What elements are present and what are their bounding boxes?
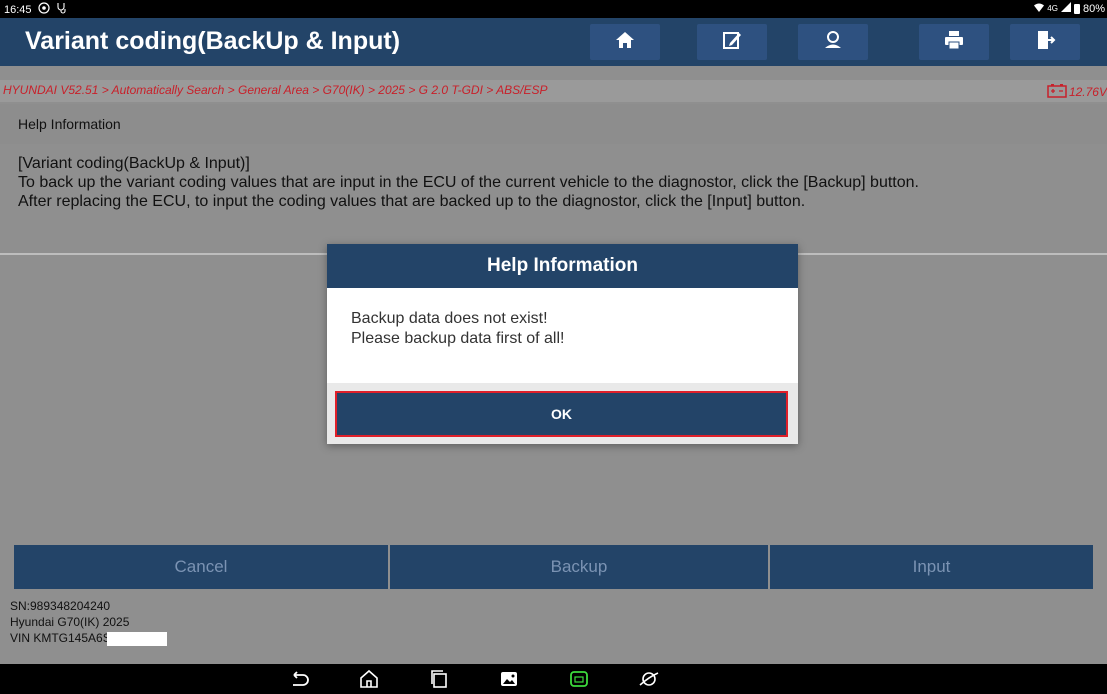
battery-voltage-icon [1047, 83, 1067, 101]
dialog-message-line1: Backup data does not exist! [351, 310, 548, 327]
back-icon[interactable] [288, 669, 310, 689]
vehicle-info: SN:989348204240 Hyundai G70(IK) 2025 VIN… [10, 598, 167, 646]
clock: 16:45 [4, 3, 32, 16]
dialog-message-line2: Please backup data first of all! [351, 330, 565, 347]
status-bar: 16:45 4G 80% [0, 0, 1107, 18]
voltage-indicator: 12.76V [1047, 83, 1107, 101]
dialog-footer: OK [327, 383, 798, 444]
vci-connection-icon[interactable] [568, 669, 590, 689]
screenshot-icon[interactable] [498, 669, 520, 689]
vin-redaction [106, 631, 167, 646]
breadcrumb-bar: HYUNDAI V52.51 > Automatically Search > … [0, 80, 1107, 102]
home-nav-icon[interactable] [358, 669, 380, 689]
edit-report-icon [721, 29, 743, 56]
exit-icon [1034, 29, 1056, 56]
home-button[interactable] [590, 24, 660, 60]
dialog-message: Backup data does not exist! Please backu… [327, 288, 798, 383]
help-heading: [Variant coding(BackUp & Input)] [18, 155, 250, 172]
stethoscope-icon [56, 2, 68, 17]
print-icon [943, 29, 965, 56]
vehicle-model: Hyundai G70(IK) 2025 [10, 615, 130, 629]
battery-level: 80% [1082, 2, 1105, 15]
dialog-title: Help Information [327, 244, 798, 288]
help-line-input: After replacing the ECU, to input the co… [18, 193, 806, 210]
exit-button[interactable] [1010, 24, 1080, 60]
network-type: 4G [1047, 4, 1058, 13]
edit-report-button[interactable] [697, 24, 767, 60]
action-bar: Cancel Backup Input [0, 545, 1107, 591]
help-section-title: Help Information [18, 116, 121, 132]
input-button[interactable]: Input [770, 545, 1093, 589]
backup-button[interactable]: Backup [390, 545, 768, 589]
signal-icon [1060, 2, 1071, 15]
help-section-header: Help Information [0, 104, 1107, 144]
serial-number: SN:989348204240 [10, 599, 111, 613]
help-dialog: Help Information Backup data does not ex… [327, 244, 798, 444]
page-title: Variant coding(BackUp & Input) [25, 27, 401, 55]
navigation-bar [0, 664, 1107, 694]
vin-row: VIN KMTG145A6S [10, 630, 167, 646]
wifi-icon [1034, 3, 1045, 15]
help-line-backup: To back up the variant coding values tha… [18, 174, 919, 191]
settings-gear-icon [37, 2, 50, 17]
cancel-button[interactable]: Cancel [14, 545, 388, 589]
voltage-value: 12.76V [1068, 85, 1107, 99]
recent-apps-icon[interactable] [428, 669, 450, 689]
help-text: [Variant coding(BackUp & Input)] To back… [18, 154, 1103, 211]
print-button[interactable] [919, 24, 989, 60]
browser-icon[interactable] [638, 669, 660, 689]
breadcrumb: HYUNDAI V52.51 > Automatically Search > … [3, 83, 548, 97]
title-bar: Variant coding(BackUp & Input) [0, 18, 1107, 66]
user-icon [822, 29, 844, 56]
ok-button[interactable]: OK [335, 391, 788, 437]
battery-icon [1073, 3, 1080, 14]
vin-number: VIN KMTG145A6S [10, 631, 111, 645]
user-button[interactable] [798, 24, 868, 60]
home-icon [614, 29, 636, 56]
